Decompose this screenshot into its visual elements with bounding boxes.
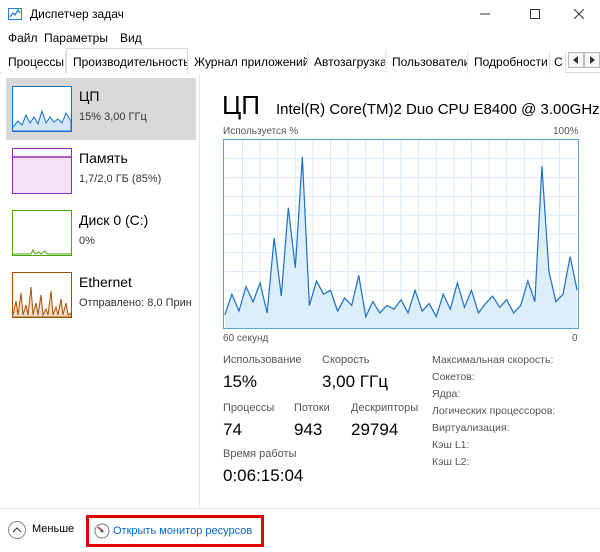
threads-label: Потоки bbox=[294, 402, 330, 414]
maximize-icon bbox=[530, 9, 540, 19]
tab-users[interactable]: Пользователи bbox=[386, 51, 468, 73]
task-manager-icon bbox=[8, 8, 22, 20]
menu-file[interactable]: Файл bbox=[8, 31, 38, 45]
window-title: Диспетчер задач bbox=[30, 7, 124, 21]
memory-thumbnail bbox=[12, 148, 72, 194]
spec-virtualization: Виртуализация: bbox=[432, 422, 510, 434]
ethernet-thumbnail bbox=[12, 272, 72, 318]
cpu-mini-graph bbox=[13, 109, 71, 131]
resource-detail: 0% bbox=[79, 235, 95, 247]
spec-l2-cache: Кэш L2: bbox=[432, 456, 470, 468]
resource-name: ЦП bbox=[79, 88, 100, 104]
resource-monitor-icon bbox=[94, 523, 110, 539]
speed-label: Скорость bbox=[322, 354, 370, 366]
minimize-button[interactable] bbox=[462, 0, 508, 28]
resource-disk[interactable]: Диск 0 (C:) 0% bbox=[6, 202, 196, 264]
resource-cpu[interactable]: ЦП 15% 3,00 ГГц bbox=[6, 78, 196, 140]
disk-thumbnail bbox=[12, 210, 72, 256]
resource-detail: 15% 3,00 ГГц bbox=[79, 111, 147, 123]
chevron-right-icon bbox=[590, 56, 595, 64]
maximize-button[interactable] bbox=[512, 0, 558, 28]
minimize-icon bbox=[480, 13, 490, 15]
tab-services[interactable]: С bbox=[550, 51, 566, 73]
title-bar: Диспетчер задач bbox=[0, 0, 600, 28]
tabs-scroll-right[interactable] bbox=[584, 52, 600, 68]
chevron-up-icon bbox=[8, 521, 26, 539]
graph-max-label: 100% bbox=[553, 126, 579, 137]
uptime-label: Время работы bbox=[223, 448, 297, 460]
resource-detail: Отправлено: 8,0 Прин bbox=[79, 297, 192, 309]
fewer-details-button[interactable]: Меньше bbox=[8, 519, 78, 541]
cpu-model: Intel(R) Core(TM)2 Duo CPU E8400 @ 3.00G… bbox=[276, 101, 600, 118]
resource-name: Ethernet bbox=[79, 274, 132, 290]
usage-label: Использование bbox=[223, 354, 302, 366]
uptime-value: 0:06:15:04 bbox=[223, 466, 304, 485]
graph-usage-label: Используется % bbox=[223, 126, 299, 137]
speed-value: 3,00 ГГц bbox=[322, 372, 388, 391]
resource-name: Диск 0 (C:) bbox=[79, 212, 149, 228]
tab-bar: Процессы Производительность Журнал прило… bbox=[0, 48, 600, 74]
tabs-scroll-left[interactable] bbox=[568, 52, 584, 68]
footer: Меньше Открыть монитор ресурсов bbox=[0, 508, 600, 552]
threads-value: 943 bbox=[294, 420, 323, 439]
menu-options[interactable]: Параметры bbox=[44, 31, 108, 45]
spec-cores: Ядра: bbox=[432, 388, 461, 400]
cpu-title: ЦП bbox=[222, 90, 260, 120]
tab-app-history[interactable]: Журнал приложений bbox=[188, 51, 308, 73]
handles-label: Дескрипторы bbox=[351, 402, 419, 414]
open-resource-monitor-highlight: Открыть монитор ресурсов bbox=[86, 515, 264, 547]
menu-bar: Файл Параметры Вид bbox=[0, 28, 600, 48]
tab-performance[interactable]: Производительность bbox=[66, 48, 188, 74]
spec-max-speed: Максимальная скорость: bbox=[432, 354, 554, 366]
processes-label: Процессы bbox=[223, 402, 275, 414]
disk-mini-graph bbox=[13, 248, 71, 255]
cpu-thumbnail bbox=[12, 86, 72, 132]
tab-details[interactable]: Подробности bbox=[468, 51, 550, 73]
spec-l1-cache: Кэш L1: bbox=[432, 439, 470, 451]
memory-mini-graph bbox=[13, 156, 71, 193]
tab-startup[interactable]: Автозагрузка bbox=[308, 51, 386, 73]
spec-sockets: Сокетов: bbox=[432, 371, 475, 383]
resource-detail: 1,7/2,0 ГБ (85%) bbox=[79, 173, 162, 185]
graph-zero-label: 0 bbox=[572, 333, 578, 344]
menu-view[interactable]: Вид bbox=[120, 31, 142, 45]
ethernet-mini-graph bbox=[13, 286, 71, 317]
resource-list: ЦП 15% 3,00 ГГц Память 1,7/2,0 ГБ (85%) … bbox=[0, 74, 200, 508]
spec-logical-processors: Логических процессоров: bbox=[432, 405, 556, 417]
resource-ethernet[interactable]: Ethernet Отправлено: 8,0 Прин bbox=[6, 264, 196, 326]
graph-time-label: 60 секунд bbox=[223, 333, 269, 344]
resource-memory[interactable]: Память 1,7/2,0 ГБ (85%) bbox=[6, 140, 196, 202]
chevron-left-icon bbox=[573, 56, 578, 64]
close-button[interactable] bbox=[556, 0, 600, 28]
usage-value: 15% bbox=[223, 372, 258, 391]
cpu-detail-panel: ЦП Intel(R) Core(TM)2 Duo CPU E8400 @ 3.… bbox=[204, 74, 600, 508]
fewer-details-label: Меньше bbox=[32, 523, 75, 535]
cpu-usage-graph bbox=[223, 139, 579, 329]
open-resource-monitor-link[interactable]: Открыть монитор ресурсов bbox=[113, 525, 252, 537]
processes-value: 74 bbox=[223, 420, 242, 439]
handles-value: 29794 bbox=[351, 420, 399, 439]
resource-name: Память bbox=[79, 150, 128, 166]
tab-processes[interactable]: Процессы bbox=[2, 51, 66, 73]
close-icon bbox=[574, 9, 584, 19]
